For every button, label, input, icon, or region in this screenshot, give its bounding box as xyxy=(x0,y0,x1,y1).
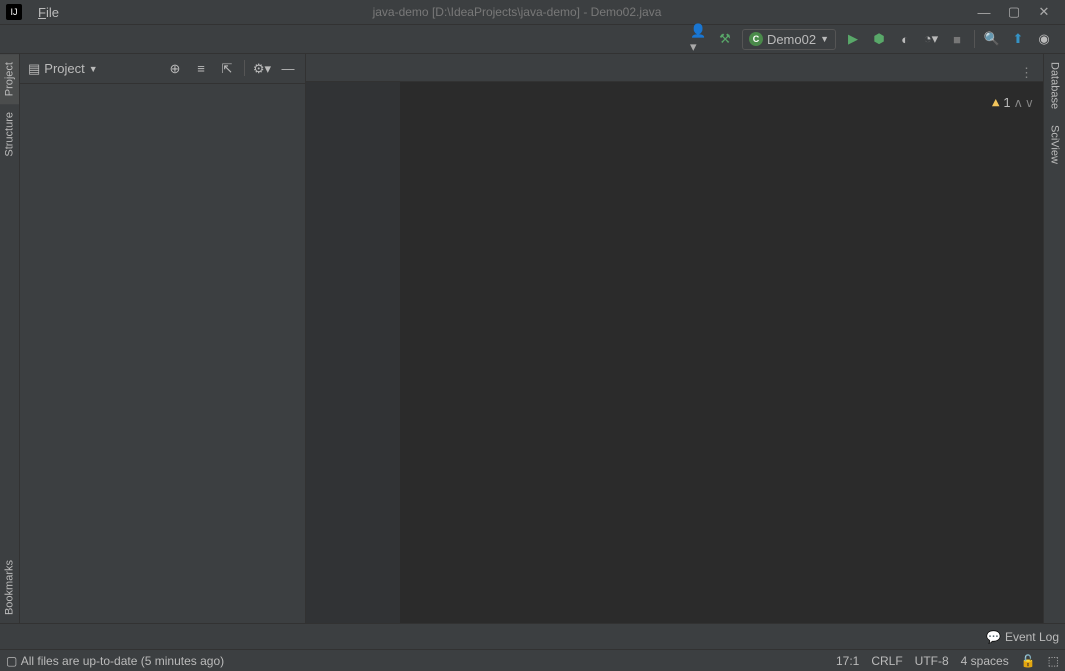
structure-tool-tab[interactable]: Structure xyxy=(0,104,19,165)
tabs-menu-icon[interactable]: ⋮ xyxy=(1012,65,1043,81)
status-message: All files are up-to-date (5 minutes ago) xyxy=(21,654,224,668)
stop-icon[interactable]: ■ xyxy=(948,30,966,48)
user-icon[interactable]: 👤▾ xyxy=(690,30,708,48)
profile-icon[interactable]: ◔▾ xyxy=(922,30,940,48)
run-config-selector[interactable]: CDemo02▼ xyxy=(742,29,836,50)
indent-indicator[interactable]: 4 spaces xyxy=(961,654,1009,668)
close-button[interactable]: ✕ xyxy=(1029,2,1059,22)
debug-icon[interactable]: ⬢ xyxy=(870,30,888,48)
right-tool-rail: Database SciView xyxy=(1043,54,1065,623)
maximize-button[interactable]: ▢ xyxy=(999,2,1029,22)
file-encoding[interactable]: UTF-8 xyxy=(915,654,949,668)
coverage-icon[interactable]: ◐ xyxy=(896,30,914,48)
search-icon[interactable]: 🔍 xyxy=(983,30,1001,48)
warning-count: 1 xyxy=(1003,88,1010,119)
sciview-tool-tab[interactable]: SciView xyxy=(1047,117,1063,172)
status-icon[interactable]: ▢ xyxy=(6,654,17,668)
project-tree[interactable] xyxy=(20,84,305,623)
expand-all-icon[interactable]: ≡ xyxy=(192,60,210,78)
prev-highlight-icon[interactable]: ʌ xyxy=(1015,88,1022,119)
collapse-all-icon[interactable]: ⇱ xyxy=(218,60,236,78)
caret-position[interactable]: 17:1 xyxy=(836,654,859,668)
status-bar: ▢ All files are up-to-date (5 minutes ag… xyxy=(0,649,1065,671)
hide-panel-icon[interactable]: — xyxy=(279,60,297,78)
line-separator[interactable]: CRLF xyxy=(871,654,902,668)
project-panel: ▤ Project ▼ ⊕ ≡ ⇱ ⚙▾ — xyxy=(20,54,305,623)
project-tool-tab[interactable]: Project xyxy=(0,54,19,104)
inspection-badge[interactable]: ▲ 1 ʌ v xyxy=(992,88,1033,119)
run-icon[interactable]: ▶ xyxy=(844,30,862,48)
update-icon[interactable]: ⬆ xyxy=(1009,30,1027,48)
gutter[interactable] xyxy=(306,82,386,623)
app-logo: IJ xyxy=(6,4,22,20)
database-tool-tab[interactable]: Database xyxy=(1047,54,1063,117)
bottom-tool-bar: 💬 Event Log xyxy=(0,623,1065,649)
bookmarks-tool-tab[interactable]: Bookmarks xyxy=(0,552,19,623)
settings-icon[interactable]: ⚙▾ xyxy=(253,60,271,78)
code-editor[interactable]: ▲ 1 ʌ v xyxy=(306,82,1043,623)
ide-services-icon[interactable]: ◉ xyxy=(1035,30,1053,48)
event-log-tab[interactable]: 💬 Event Log xyxy=(986,630,1059,644)
run-config-label: Demo02 xyxy=(767,32,816,47)
left-tool-rail: Project Structure Bookmarks xyxy=(0,54,20,623)
hammer-icon[interactable]: ⚒ xyxy=(716,30,734,48)
panel-title-label: Project xyxy=(44,61,84,76)
readonly-lock-icon[interactable]: 🔓 xyxy=(1021,654,1036,668)
warning-icon: ▲ xyxy=(992,88,999,119)
editor-tabs: ⋮ xyxy=(306,54,1043,82)
editor-area: ⋮ ▲ 1 ʌ v xyxy=(305,54,1043,623)
panel-title-selector[interactable]: ▤ Project ▼ xyxy=(28,61,98,77)
title-bar: IJ File java-demo [D:\IdeaProjects\java-… xyxy=(0,0,1065,24)
next-highlight-icon[interactable]: v xyxy=(1026,88,1033,119)
fold-gutter[interactable] xyxy=(386,82,400,623)
menu-file[interactable]: File xyxy=(32,5,65,20)
select-opened-icon[interactable]: ⊕ xyxy=(166,60,184,78)
window-title: java-demo [D:\IdeaProjects\java-demo] - … xyxy=(65,5,969,19)
memory-indicator-icon[interactable]: ⬚ xyxy=(1048,654,1059,668)
project-icon: ▤ xyxy=(28,61,40,77)
code-content[interactable]: ▲ 1 ʌ v xyxy=(400,82,1043,623)
minimize-button[interactable]: — xyxy=(969,2,999,22)
navigation-toolbar: 👤▾ ⚒ CDemo02▼ ▶ ⬢ ◐ ◔▾ ■ 🔍 ⬆ ◉ xyxy=(0,24,1065,54)
